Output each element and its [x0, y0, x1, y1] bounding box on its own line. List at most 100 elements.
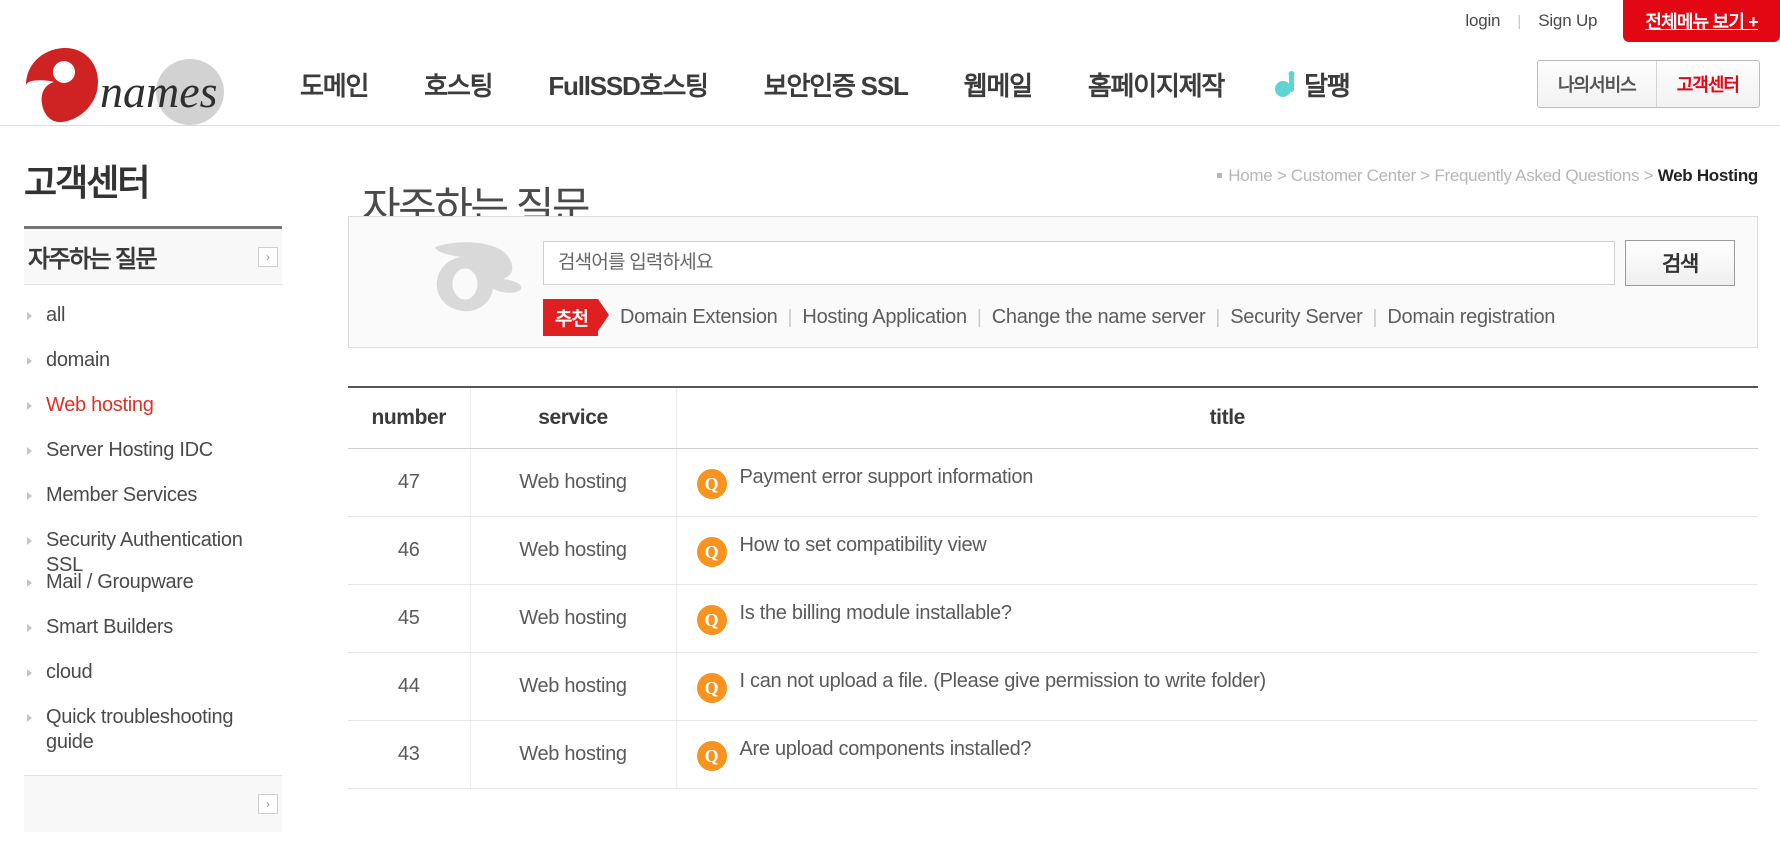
sidebar-item-all[interactable]: all — [24, 303, 282, 328]
nav-item-dalpaeng[interactable]: 달팽 — [1252, 66, 1377, 103]
breadcrumb-separator: > — [1643, 166, 1654, 185]
table-row[interactable]: 45 Web hosting Q Is the billing module in… — [348, 584, 1758, 653]
table-row[interactable]: 43 Web hosting Q Are upload components in… — [348, 720, 1758, 789]
question-badge-icon: Q — [696, 673, 727, 703]
keyword-hosting-application[interactable]: Hosting Application — [802, 306, 967, 329]
table-row[interactable]: 44 Web hosting Q I can not upload a file.… — [348, 652, 1758, 721]
keyword-security-server[interactable]: Security Server — [1230, 306, 1363, 329]
sidebar-item-smart-builders[interactable]: Smart Builders — [24, 615, 282, 640]
sidebar-item-label: Security Authentication SSL — [46, 529, 243, 576]
customer-center-button[interactable]: 고객센터 — [1655, 60, 1759, 107]
keyword-separator: | — [976, 306, 982, 328]
row-title-cell[interactable]: Q How to set compatibility view — [676, 516, 1758, 585]
sidebar-item-label: Web hosting — [46, 394, 154, 416]
nav-item-webmail[interactable]: 웹메일 — [936, 66, 1060, 103]
nav-item-homepage-production[interactable]: 홈페이지제작 — [1060, 66, 1252, 103]
breadcrumb-bullet-icon — [1217, 173, 1223, 178]
sidebar-item-label: Quick troubleshooting guide — [46, 706, 234, 753]
keyword-change-the-name-server[interactable]: Change the name server — [992, 306, 1206, 329]
row-title: I can not upload a file. (Please give pe… — [739, 670, 1267, 692]
sidebar: 고객센터 자주하는 질문 › all domain Web hosting Se… — [0, 126, 318, 843]
row-service: Web hosting — [469, 516, 677, 585]
row-title: Are upload components installed? — [739, 738, 1032, 760]
sidebar-item-domain[interactable]: domain — [24, 348, 282, 373]
sidebar-item-mail-groupware[interactable]: Mail / Groupware — [24, 570, 282, 595]
keyword-separator: | — [787, 306, 793, 328]
sidebar-item-server-hosting-idc[interactable]: Server Hosting IDC — [24, 438, 282, 463]
sidebar-item-label: Smart Builders — [46, 616, 173, 638]
sidebar-item-member-services[interactable]: Member Services — [24, 483, 282, 508]
sidebar-section-header[interactable]: 자주하는 질문 › — [24, 229, 282, 285]
table-row[interactable]: 47 Web hosting Q Payment error support in… — [348, 448, 1758, 517]
chevron-right-icon[interactable]: › — [258, 246, 278, 267]
row-number: 43 — [348, 720, 470, 789]
nav-item-fullssd-hosting[interactable]: FullSSD호스팅 — [520, 66, 735, 103]
sidebar-item-label: all — [46, 304, 66, 326]
all-menu-button[interactable]: 전체메뉴 보기 + — [1623, 0, 1780, 42]
breadcrumb-separator: > — [1276, 166, 1287, 185]
column-header-title: title — [676, 386, 1758, 449]
top-utility-bar: login | Sign Up 전체메뉴 보기 + — [0, 0, 1780, 42]
site-header: names 도메인 호스팅 FullSSD호스팅 보안인증 SSL 웹메일 홈페… — [0, 42, 1780, 126]
row-service: Web hosting — [469, 584, 677, 653]
row-title: Is the billing module installable? — [739, 602, 1013, 624]
sidebar-item-cloud[interactable]: cloud — [24, 660, 282, 685]
row-title: Payment error support information — [739, 466, 1034, 488]
nav-item-security-ssl[interactable]: 보안인증 SSL — [736, 66, 936, 103]
breadcrumb-home[interactable]: Home — [1228, 166, 1272, 185]
sidebar-item-quick-troubleshooting-guide[interactable]: Quick troubleshooting guide — [24, 705, 282, 755]
faq-table: number service title 47 Web hosting Q Pay… — [348, 386, 1758, 789]
sidebar-item-label: Mail / Groupware — [46, 571, 194, 593]
row-service: Web hosting — [469, 448, 677, 517]
question-badge-icon: Q — [696, 605, 727, 635]
row-number: 47 — [348, 448, 470, 517]
sidebar-menu-list: all domain Web hosting Server Hosting ID… — [24, 285, 282, 755]
page-body: 고객센터 자주하는 질문 › all domain Web hosting Se… — [0, 126, 1780, 843]
faq-table-body: 47 Web hosting Q Payment error support in… — [348, 448, 1758, 789]
table-row[interactable]: 46 Web hosting Q How to set compatibility… — [348, 516, 1758, 585]
breadcrumb-current: Web Hosting — [1657, 166, 1759, 185]
site-logo[interactable]: names — [12, 42, 242, 126]
breadcrumb-customer-center[interactable]: Customer Center — [1291, 166, 1416, 185]
sidebar-section-label: 자주하는 질문 — [28, 246, 158, 273]
breadcrumb-faq[interactable]: Frequently Asked Questions — [1434, 166, 1639, 185]
search-panel: 검색 추천 Domain Extension | Hosting Applica… — [348, 216, 1758, 348]
dalpaeng-icon — [1274, 70, 1300, 98]
keyword-domain-extension[interactable]: Domain Extension — [620, 306, 778, 329]
top-utility-links: login | Sign Up 전체메뉴 보기 + — [1461, 0, 1780, 42]
row-title-cell[interactable]: Q Are upload components installed? — [676, 720, 1758, 789]
login-link[interactable]: login — [1461, 11, 1504, 31]
chevron-right-icon[interactable]: › — [258, 794, 278, 814]
question-badge-icon: Q — [696, 537, 727, 567]
nav-item-hosting[interactable]: 호스팅 — [396, 66, 520, 103]
column-header-service: service — [469, 386, 677, 449]
sidebar-item-label: Server Hosting IDC — [46, 439, 213, 461]
row-number: 45 — [348, 584, 470, 653]
magnifier-icon — [431, 241, 523, 317]
row-title-cell[interactable]: Q Is the billing module installable? — [676, 584, 1758, 653]
table-header-row: number service title — [348, 386, 1758, 449]
row-title-cell[interactable]: Q Payment error support information — [676, 448, 1758, 517]
keyword-domain-registration[interactable]: Domain registration — [1387, 306, 1555, 329]
row-service: Web hosting — [469, 652, 677, 721]
breadcrumb-separator: > — [1420, 166, 1430, 185]
breadcrumb: Home > Customer Center > Frequently Aske… — [1217, 166, 1758, 186]
signup-link[interactable]: Sign Up — [1534, 11, 1601, 31]
sidebar-next-section-header[interactable]: › — [24, 776, 282, 832]
search-button[interactable]: 검색 — [1625, 240, 1735, 286]
nav-item-domain[interactable]: 도메인 — [272, 66, 396, 103]
nav-item-dalpaeng-label: 달팽 — [1304, 70, 1351, 101]
search-input[interactable] — [543, 241, 1615, 285]
recommended-keywords: 추천 Domain Extension | Hosting Applicatio… — [543, 299, 1555, 336]
sidebar-section-faq: 자주하는 질문 › all domain Web hosting Server … — [24, 226, 282, 832]
sidebar-next-section-label — [28, 790, 33, 818]
row-title-cell[interactable]: Q I can not upload a file. (Please give p… — [676, 652, 1758, 721]
row-title: How to set compatibility view — [739, 534, 987, 556]
main-navigation: 도메인 호스팅 FullSSD호스팅 보안인증 SSL 웹메일 홈페이지제작 달… — [272, 42, 1378, 126]
sidebar-item-web-hosting[interactable]: Web hosting — [24, 393, 282, 418]
main-content: 자주하는 질문 Home > Customer Center > Frequen… — [318, 126, 1780, 843]
faq-table-head: number service title — [348, 386, 1758, 449]
keyword-separator: | — [1215, 306, 1221, 328]
sidebar-item-label: Member Services — [46, 484, 198, 506]
my-service-button[interactable]: 나의서비스 — [1538, 61, 1656, 107]
